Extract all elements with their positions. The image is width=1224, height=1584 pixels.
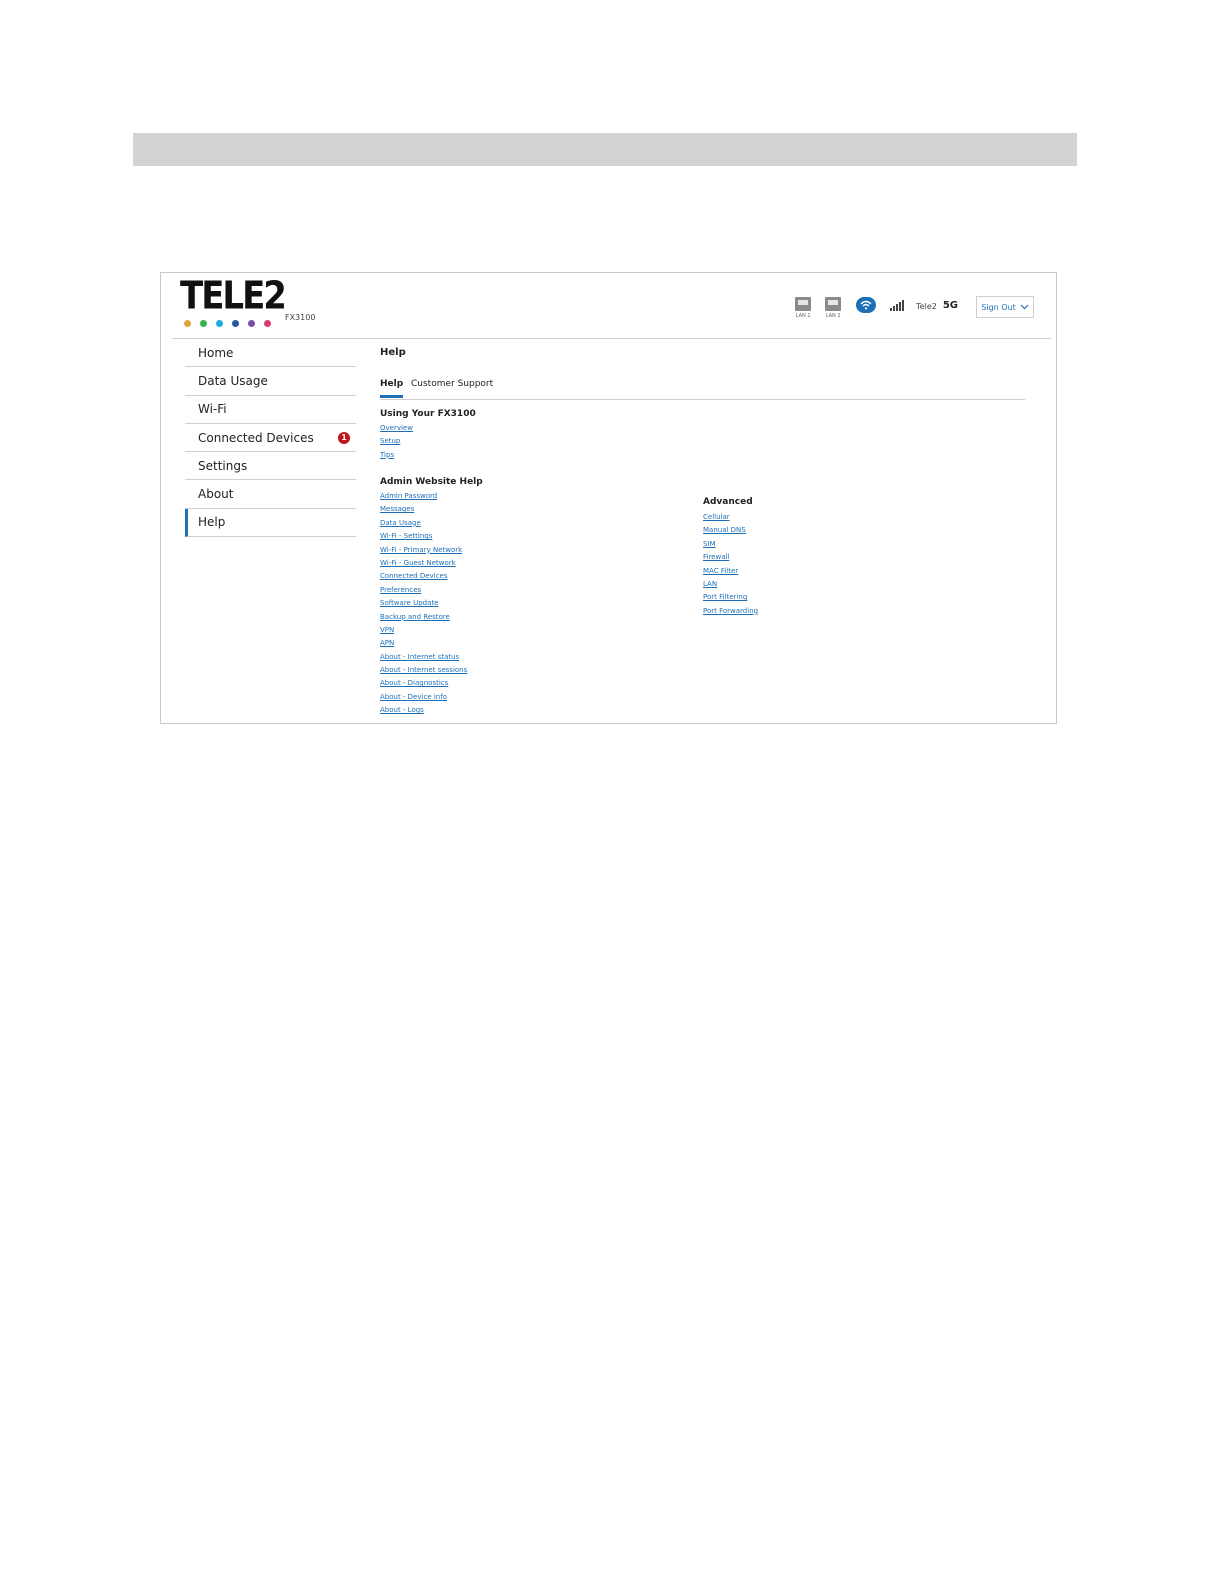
help-link[interactable]: About - Diagnostics xyxy=(380,677,467,690)
status-bar: LAN 1 LAN 2 Tele2 5G Sign Out xyxy=(792,296,1034,323)
sidebar-item-label: Help xyxy=(198,515,226,530)
help-link[interactable]: About - Logs xyxy=(380,704,467,717)
sidebar-item-help[interactable]: Help xyxy=(185,508,356,538)
help-link[interactable]: APN xyxy=(380,637,467,650)
help-link[interactable]: Data Usage xyxy=(380,517,467,530)
sidebar-item-data-usage[interactable]: Data Usage xyxy=(185,367,356,396)
logo-dot xyxy=(184,320,191,327)
lan1-status: LAN 1 xyxy=(792,297,814,319)
tab-customer-support[interactable]: Customer Support xyxy=(411,379,493,395)
help-link[interactable]: Wi-Fi - Primary Network xyxy=(380,544,467,557)
help-link[interactable]: Preferences xyxy=(380,584,467,597)
help-link[interactable]: Overview xyxy=(380,422,413,435)
sidebar-item-label: Settings xyxy=(198,458,248,473)
sidebar-item-label: Data Usage xyxy=(198,373,268,388)
logo-dots xyxy=(184,320,271,327)
sidebar-item-connected-devices[interactable]: Connected Devices 1 xyxy=(185,424,356,453)
sidebar-item-home[interactable]: Home xyxy=(185,339,356,368)
notification-badge: 1 xyxy=(338,431,350,444)
chevron-down-icon xyxy=(1020,304,1029,310)
help-link[interactable]: MAC Filter xyxy=(703,565,758,578)
help-link[interactable]: About - Internet sessions xyxy=(380,664,467,677)
logo-dot xyxy=(248,320,255,327)
logo-dot xyxy=(216,320,223,327)
sidebar-item-about[interactable]: About xyxy=(185,480,356,509)
sign-out-button[interactable]: Sign Out xyxy=(976,296,1034,318)
help-link[interactable]: VPN xyxy=(380,624,467,637)
tab-help[interactable]: Help xyxy=(380,379,404,398)
sidebar-nav: Home Data Usage Wi-Fi Connected Devices … xyxy=(185,339,356,538)
section-heading-advanced: Advanced xyxy=(703,497,753,507)
help-link[interactable]: Firewall xyxy=(703,551,758,564)
help-link[interactable]: Wi-Fi - Settings xyxy=(380,530,467,543)
network-type: 5G xyxy=(942,300,958,311)
tele2-logo[interactable]: TELE2 xyxy=(180,277,287,315)
tab-bar: Help Customer Support xyxy=(380,379,1025,400)
help-link[interactable]: Cellular xyxy=(703,511,758,524)
help-link[interactable]: Messages xyxy=(380,503,467,516)
sidebar-item-label: Wi-Fi xyxy=(198,402,227,417)
logo-dot xyxy=(232,320,239,327)
sidebar-item-label: Connected Devices xyxy=(198,430,314,445)
section-heading-admin: Admin Website Help xyxy=(380,477,483,487)
help-link[interactable]: About - Device info xyxy=(380,691,467,704)
sidebar-item-label: Home xyxy=(198,345,234,360)
signal-strength-icon xyxy=(890,300,905,311)
page-title: Help xyxy=(380,347,406,358)
help-link[interactable]: Wi-Fi - Guest Network xyxy=(380,557,467,570)
help-link[interactable]: Setup xyxy=(380,435,413,448)
help-link[interactable]: Port Filtering xyxy=(703,591,758,604)
wifi-icon xyxy=(856,297,877,313)
help-link[interactable]: Tips xyxy=(380,449,413,462)
help-link[interactable]: Backup and Restore xyxy=(380,611,467,624)
device-model: FX3100 xyxy=(285,313,316,322)
lan2-status: LAN 2 xyxy=(822,297,844,319)
help-link[interactable]: SIM xyxy=(703,538,758,551)
carrier-name: Tele2 xyxy=(916,302,937,311)
sidebar-item-settings[interactable]: Settings xyxy=(185,452,356,481)
advanced-links-list: Cellular Manual DNS SIM Firewall MAC Fil… xyxy=(703,511,758,618)
help-link[interactable]: About - Internet status xyxy=(380,651,467,664)
help-link[interactable]: Port Forwarding xyxy=(703,605,758,618)
lan2-label: LAN 2 xyxy=(825,313,841,319)
using-links-list: Overview Setup Tips xyxy=(380,422,413,462)
help-link[interactable]: LAN xyxy=(703,578,758,591)
sidebar-item-label: About xyxy=(198,487,234,502)
help-link[interactable]: Admin Password xyxy=(380,490,467,503)
app-header: TELE2 FX3100 LAN 1 LAN 2 Tele2 5G Sign O… xyxy=(161,273,1056,339)
logo-dot xyxy=(264,320,271,327)
help-link[interactable]: Manual DNS xyxy=(703,524,758,537)
document-header-bar xyxy=(133,133,1077,166)
lan1-label: LAN 1 xyxy=(795,313,811,319)
help-link[interactable]: Software Update xyxy=(380,597,467,610)
section-heading-using: Using Your FX3100 xyxy=(380,409,476,419)
sign-out-label: Sign Out xyxy=(981,302,1016,312)
ethernet-port-icon xyxy=(795,297,812,311)
sidebar-item-wifi[interactable]: Wi-Fi xyxy=(185,396,356,424)
logo-dot xyxy=(200,320,207,327)
admin-links-list: Admin Password Messages Data Usage Wi-Fi… xyxy=(380,490,467,718)
ethernet-port-icon xyxy=(825,297,842,311)
router-admin-window: TELE2 FX3100 LAN 1 LAN 2 Tele2 5G Sign O… xyxy=(160,272,1057,724)
help-link[interactable]: Connected Devices xyxy=(380,570,467,583)
